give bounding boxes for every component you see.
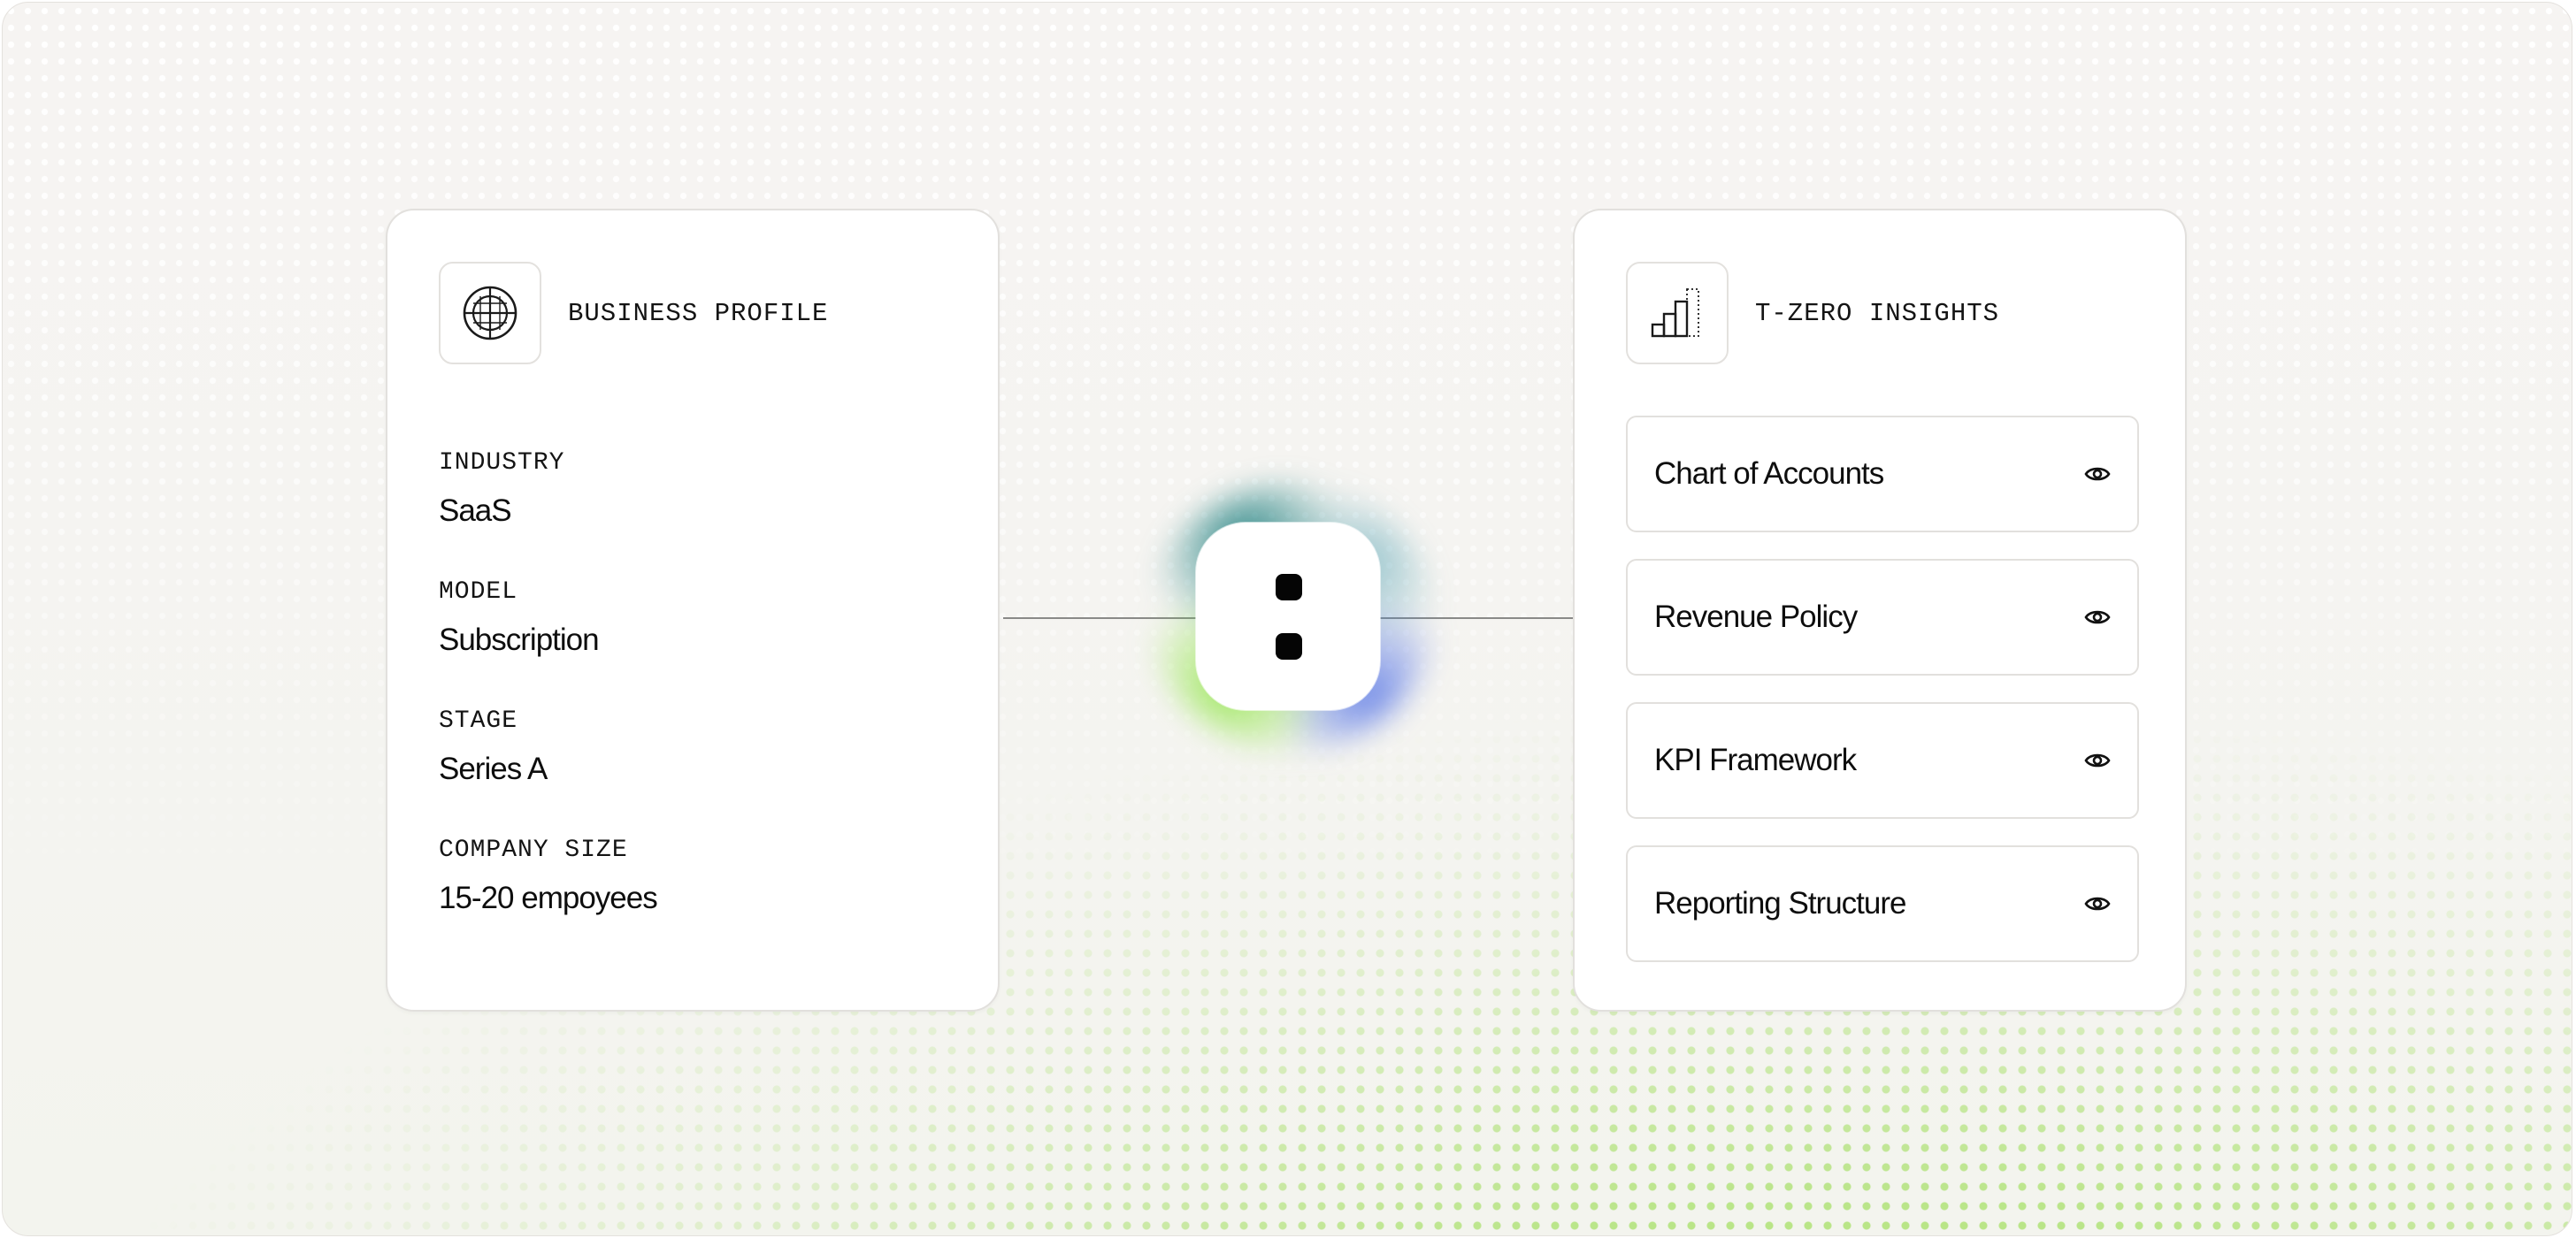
business-profile-header: BUSINESS PROFILE <box>439 262 828 364</box>
insight-revenue-policy[interactable]: Revenue Policy <box>1626 559 2139 676</box>
eye-icon[interactable] <box>2084 750 2111 771</box>
hub-dot-top <box>1276 574 1302 600</box>
field-value: Subscription <box>439 623 600 657</box>
insight-label: Chart of Accounts <box>1654 456 1884 491</box>
business-profile-card: BUSINESS PROFILE INDUSTRY SaaS MODEL Sub… <box>386 209 1000 1012</box>
hub-logo <box>1196 523 1380 710</box>
bar-chart-icon <box>1651 288 1699 338</box>
field-value: 15-20 empoyees <box>439 881 658 915</box>
insight-label: Revenue Policy <box>1654 600 1858 634</box>
eye-icon[interactable] <box>2084 463 2111 485</box>
eye-icon[interactable] <box>2084 893 2111 914</box>
target-icon-box <box>439 262 541 364</box>
insights-header: T-ZERO INSIGHTS <box>1626 262 1999 364</box>
field-label: STAGE <box>439 707 518 735</box>
insights-title: T-ZERO INSIGHTS <box>1755 298 2000 328</box>
field-label: INDUSTRY <box>439 449 565 477</box>
field-label: MODEL <box>439 578 518 606</box>
field-label: COMPANY SIZE <box>439 837 628 864</box>
insight-label: KPI Framework <box>1654 743 1857 777</box>
field-value: Series A <box>439 752 548 786</box>
business-profile-title: BUSINESS PROFILE <box>568 298 829 328</box>
field-model: MODEL Subscription <box>439 578 600 657</box>
insight-kpi-framework[interactable]: KPI Framework <box>1626 702 2139 819</box>
field-stage: STAGE Series A <box>439 707 548 786</box>
insight-label: Reporting Structure <box>1654 886 1906 921</box>
target-icon <box>463 286 518 340</box>
insight-reporting-structure[interactable]: Reporting Structure <box>1626 845 2139 962</box>
hub-dot-bottom <box>1276 633 1302 660</box>
eye-icon[interactable] <box>2084 607 2111 628</box>
field-company-size: COMPANY SIZE 15-20 empoyees <box>439 837 658 915</box>
insight-chart-of-accounts[interactable]: Chart of Accounts <box>1626 416 2139 532</box>
bar-chart-icon-box <box>1626 262 1729 364</box>
field-industry: INDUSTRY SaaS <box>439 449 565 528</box>
field-value: SaaS <box>439 493 512 528</box>
insights-card: T-ZERO INSIGHTS Chart of Accounts Revenu… <box>1573 209 2187 1012</box>
